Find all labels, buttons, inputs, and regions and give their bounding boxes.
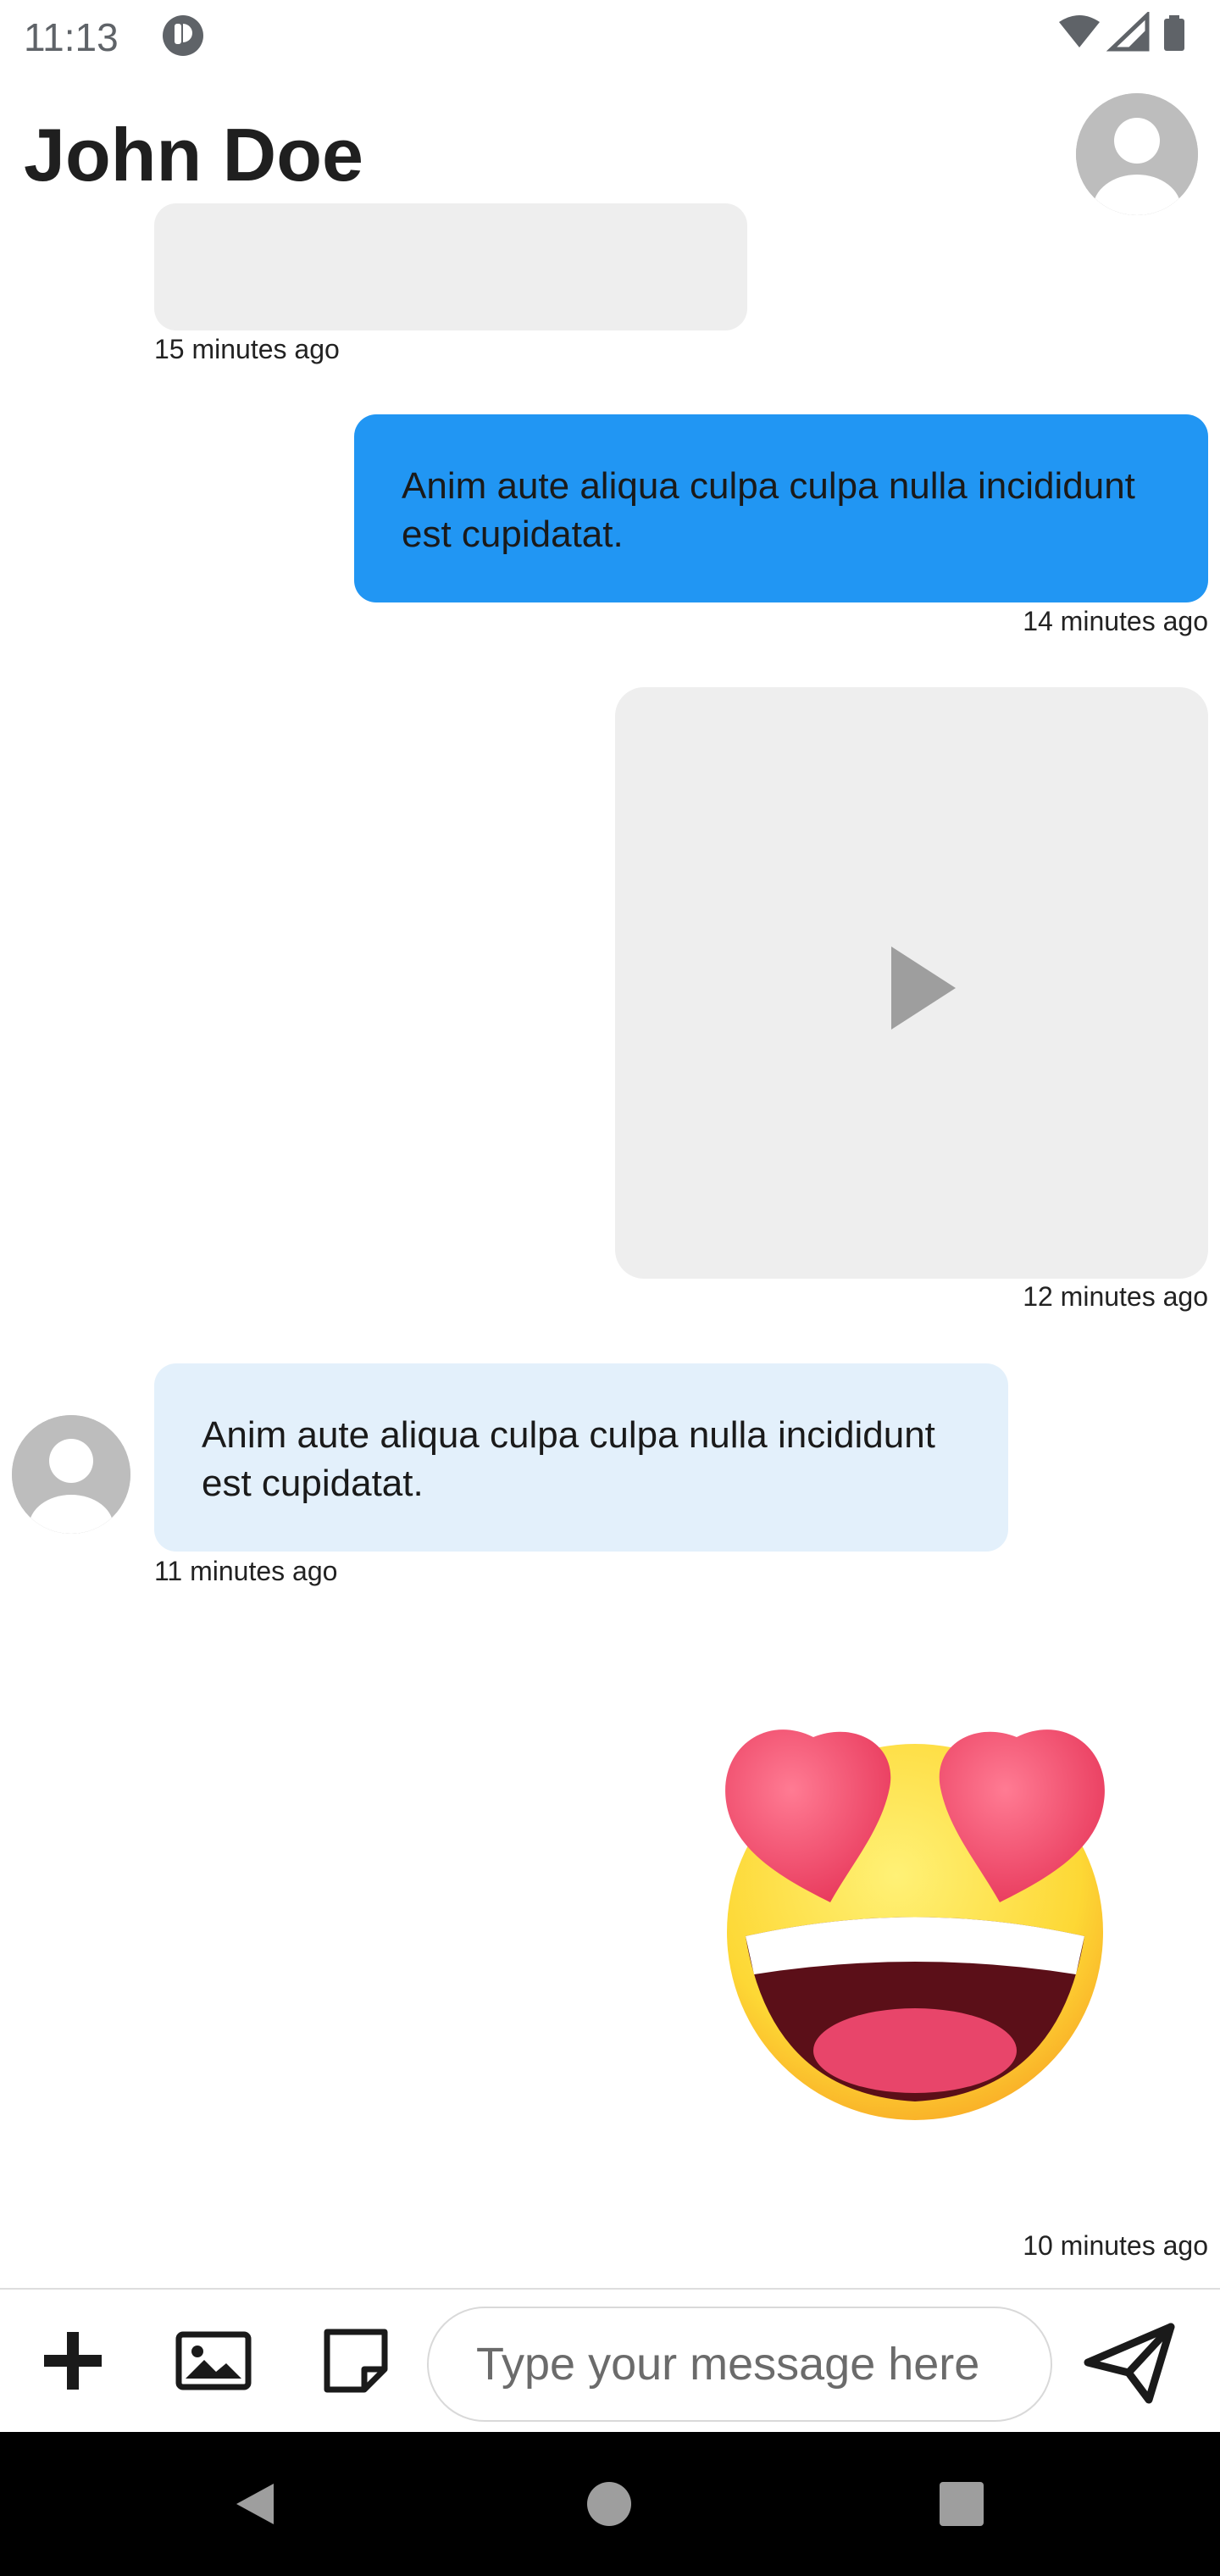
home-icon[interactable] xyxy=(571,2466,647,2542)
status-icons xyxy=(1056,10,1200,59)
sticker-icon[interactable] xyxy=(313,2318,398,2403)
message-text: Anim aute aliqua culpa culpa nulla incid… xyxy=(202,1414,935,1504)
system-navigation-bar xyxy=(0,2432,1220,2576)
back-icon[interactable] xyxy=(217,2466,293,2542)
send-icon[interactable] xyxy=(1076,2312,1186,2413)
sent-text-message[interactable]: Anim aute aliqua culpa culpa nulla incid… xyxy=(354,414,1208,602)
message-timestamp: 14 minutes ago xyxy=(1023,606,1208,636)
message-timestamp: 12 minutes ago xyxy=(1023,1281,1208,1312)
received-text-message[interactable]: Anim aute aliqua culpa culpa nulla incid… xyxy=(154,1363,1008,1552)
message-timestamp: 10 minutes ago xyxy=(1023,2230,1208,2261)
app-badge-icon xyxy=(163,15,203,56)
heart-eyes-emoji-icon[interactable] xyxy=(712,1720,1118,2135)
image-icon[interactable] xyxy=(171,2318,256,2403)
add-icon[interactable] xyxy=(30,2318,115,2403)
battery-icon xyxy=(1164,15,1184,51)
video-message[interactable] xyxy=(615,687,1208,1279)
message-text: Anim aute aliqua culpa culpa nulla incid… xyxy=(402,465,1135,555)
image-message[interactable] xyxy=(154,203,747,330)
message-timestamp: 11 minutes ago xyxy=(154,1556,338,1586)
page-title: John Doe xyxy=(24,113,363,197)
play-icon[interactable] xyxy=(884,941,961,1035)
wifi-icon xyxy=(1059,15,1100,47)
message-timestamp: 15 minutes ago xyxy=(154,334,340,364)
recents-icon[interactable] xyxy=(923,2466,1000,2542)
cellular-signal-icon xyxy=(1106,10,1150,52)
person-avatar-icon[interactable] xyxy=(1076,93,1198,215)
contact-avatar-icon[interactable] xyxy=(12,1415,130,1534)
message-input[interactable] xyxy=(427,2307,1052,2422)
status-time: 11:13 xyxy=(24,15,119,59)
message-composer xyxy=(0,2288,1220,2434)
